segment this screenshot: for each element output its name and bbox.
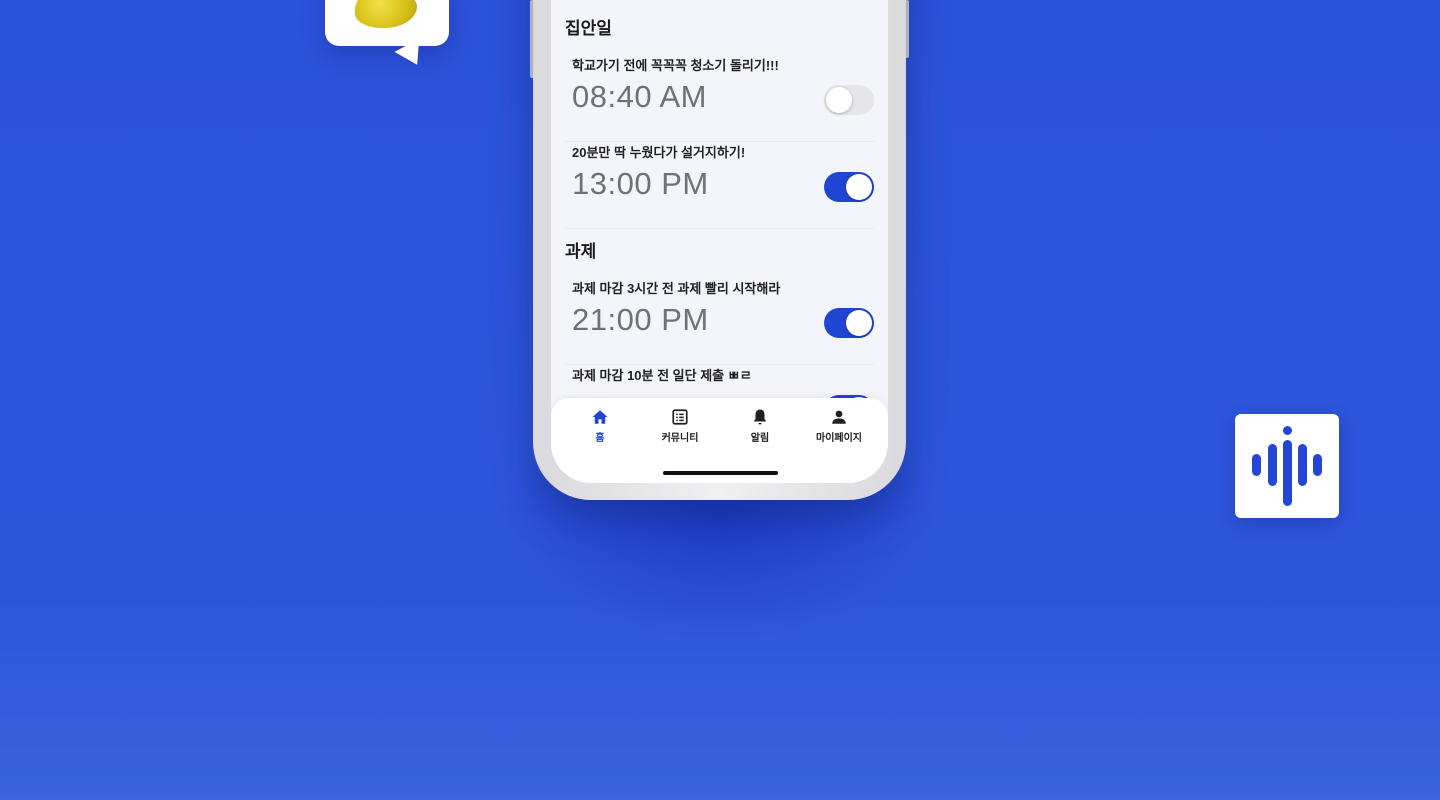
alarm-time: 21:00 PM [572, 302, 709, 337]
home-icon [592, 410, 608, 424]
alarm-toggle[interactable] [824, 308, 874, 338]
alarm-title: 20분만 딱 누웠다가 설거지하기! [572, 145, 746, 160]
section-title-assignments: 과제 [565, 242, 597, 261]
wave-bar [1283, 440, 1292, 506]
wave-dot [1283, 426, 1292, 435]
toggle-knob [846, 310, 872, 336]
tab-community[interactable]: 커뮤니티 [640, 408, 720, 444]
alarm-item[interactable]: 학교가기 전에 꼭꼭꼭 청소기 돌리기!!! 08:40 AM [565, 55, 874, 142]
tab-label: 마이페이지 [816, 433, 862, 444]
tab-mypage[interactable]: 마이페이지 [799, 408, 879, 444]
wave-bar [1313, 454, 1322, 476]
section-title-chores: 집안일 [565, 19, 612, 38]
tab-home[interactable]: 홈 [560, 408, 640, 444]
toggle-knob [826, 87, 852, 113]
audio-wave-card [1235, 414, 1339, 518]
list-icon [672, 409, 688, 425]
phone-screen: 집안일 학교가기 전에 꼭꼭꼭 청소기 돌리기!!! 08:40 AM 20분만… [551, 0, 888, 483]
alarm-time: 13:00 PM [572, 166, 709, 201]
alarm-toggle[interactable] [824, 172, 874, 202]
alarm-toggle[interactable] [824, 85, 874, 115]
wave-bar [1268, 444, 1277, 486]
tab-label: 알림 [750, 433, 770, 444]
alarm-time: 08:40 AM [572, 79, 707, 114]
wave-bar [1252, 454, 1261, 476]
bell-icon [754, 409, 766, 425]
tab-alerts[interactable]: 알림 [720, 408, 800, 444]
tab-label: 커뮤니티 [661, 433, 699, 444]
alarm-item[interactable]: 20분만 딱 누웠다가 설거지하기! 13:00 PM [565, 142, 874, 229]
alarm-title: 학교가기 전에 꼭꼭꼭 청소기 돌리기!!! [572, 58, 779, 73]
alarm-item[interactable]: 과제 마감 3시간 전 과제 빨리 시작해라 21:00 PM [565, 278, 874, 365]
wave-bar [1298, 444, 1307, 486]
alarm-title: 과제 마감 3시간 전 과제 빨리 시작해라 [572, 281, 781, 296]
home-indicator [663, 471, 778, 475]
tab-label: 홈 [595, 433, 605, 444]
bottom-tab-bar: 홈 커뮤니티 알림 마이페이지 [551, 398, 888, 483]
alarm-title: 과제 마감 10분 전 일단 제출 ㅃㄹ [572, 368, 752, 383]
person-icon [832, 410, 846, 424]
toggle-knob [846, 174, 872, 200]
